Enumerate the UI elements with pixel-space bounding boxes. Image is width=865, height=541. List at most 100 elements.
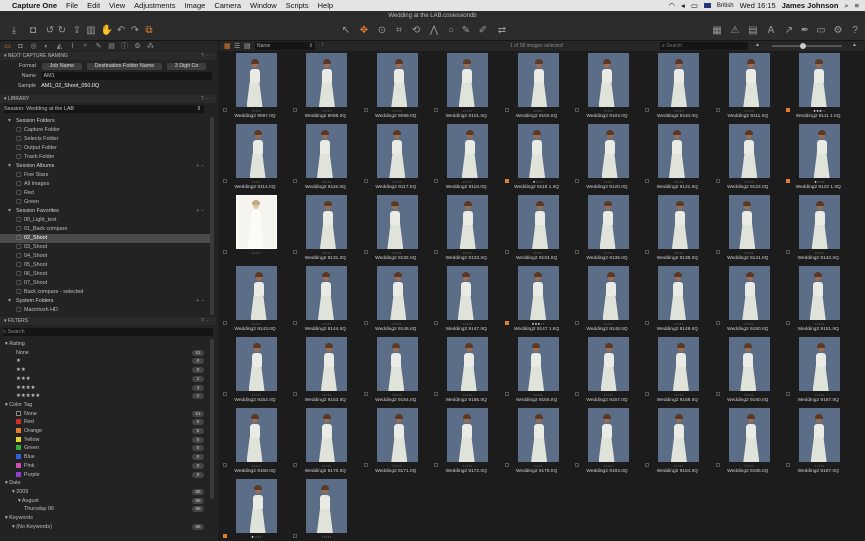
thumbnail-image[interactable] [236, 408, 277, 462]
thumbnail-image[interactable] [447, 195, 489, 249]
color-tag-box[interactable] [434, 321, 439, 325]
capture-tab-icon[interactable]: ◘ [16, 43, 25, 50]
star-rating[interactable]: ••••• [518, 250, 559, 255]
star-rating[interactable]: ••••• [377, 392, 418, 397]
thumbnail-cell[interactable]: ••••• Wedding2 9115.IIQ [290, 122, 360, 193]
library-item[interactable]: ▢ 07_Shoot [0, 279, 210, 288]
library-group[interactable]: ▾ Session Albums + − [0, 162, 210, 171]
library-item[interactable]: ▢ Output Folder [0, 144, 210, 153]
filter-row[interactable]: None 51 [0, 410, 206, 419]
color-tag-box[interactable] [786, 108, 791, 112]
warning-icon[interactable]: ⚠ [728, 24, 742, 38]
thumbnail-image[interactable] [517, 337, 559, 391]
thumbnail-cell[interactable]: ••••• Wedding2 9122.IIQ [713, 122, 783, 193]
star-rating[interactable]: ••••• [518, 463, 559, 468]
thumbnail-image[interactable] [517, 266, 559, 320]
color-tag-box[interactable] [363, 392, 368, 396]
star-rating[interactable]: ••••• [729, 463, 770, 468]
thumbnail-cell[interactable]: ••••• [290, 477, 360, 541]
star-rating[interactable]: ••••• [518, 108, 559, 113]
menu-item-image[interactable]: Image [184, 1, 205, 10]
star-rating[interactable]: ●•••• [518, 179, 559, 184]
batch-tab-icon[interactable]: ⁂ [146, 42, 155, 50]
filter-row[interactable]: ★★ 0 [0, 366, 206, 375]
color-tag-box[interactable] [223, 250, 227, 254]
filter-row[interactable]: None 51 [0, 349, 206, 358]
thumbnail-cell[interactable]: ●•••• Wedding2 9122 1.IIQ [783, 122, 853, 193]
thumbnail-cell[interactable]: ••••• Wedding2 9117.IIQ [361, 122, 431, 193]
star-rating[interactable]: ••••• [658, 392, 699, 397]
menu-item-app[interactable]: Capture One [12, 1, 57, 10]
thumbnail-cell[interactable]: ••••• Wedding2 9160.IIQ [713, 335, 783, 406]
color-tag-box[interactable] [223, 321, 227, 325]
thumbnail-cell[interactable]: ••••• Wedding2 9150.IIQ [713, 264, 783, 335]
grid-overlay-icon[interactable]: ▤ [746, 24, 760, 38]
star-rating[interactable]: ••••• [447, 392, 488, 397]
keyboard-layout[interactable]: British [717, 3, 734, 9]
color-tag-box[interactable] [645, 463, 650, 467]
capture-naming-header[interactable]: ▾ NEXT CAPTURE NAMING ? ⋯ [0, 52, 216, 60]
thumbnail-cell[interactable]: ••••• Wedding2 9131.IIQ [290, 193, 360, 264]
library-group[interactable]: ▾ Session Folders [0, 117, 210, 126]
thumbnail-cell[interactable]: ••••• Wedding2 9172.IIQ [431, 406, 501, 477]
filters-options-icon[interactable]: ? ⋯ [201, 317, 210, 325]
filter-row[interactable]: ▾ 2009 58 [0, 488, 206, 497]
menu-item-edit[interactable]: Edit [87, 1, 100, 10]
thumbnail-cell[interactable]: ●•••• [220, 477, 290, 541]
library-item[interactable]: ▢ Capture Folder [0, 126, 210, 135]
thumbnail-image[interactable] [236, 479, 277, 533]
thumbnail-image[interactable] [799, 337, 841, 391]
thumbnail-image[interactable] [728, 408, 770, 462]
star-rating[interactable]: ••••• [236, 321, 277, 326]
star-rating[interactable]: ••••• [236, 179, 277, 184]
color-tag-box[interactable] [645, 250, 650, 254]
thumbnail-cell[interactable]: ••••• Wedding2 9143.IIQ [220, 264, 290, 335]
library-item[interactable]: ▢ 00_Light_test [0, 216, 210, 225]
menu-item-scripts[interactable]: Scripts [286, 1, 309, 10]
thumbnail-image[interactable] [799, 53, 841, 107]
thumbnail-image[interactable] [728, 124, 770, 178]
star-rating[interactable]: ••••• [236, 108, 277, 113]
token-destination-folder[interactable]: Destination Folder Name [86, 63, 163, 70]
star-rating[interactable]: ●•••• [799, 179, 840, 184]
star-rating[interactable]: ••••• [377, 179, 418, 184]
menu-item-camera[interactable]: Camera [214, 1, 241, 10]
reset-icon[interactable]: ⧉ [142, 24, 156, 38]
thumbnail-cell[interactable]: ●●●•• Wedding2 9147 1.IIQ [502, 264, 572, 335]
loupe-icon[interactable]: ⊙ [375, 24, 389, 38]
star-rating[interactable]: ••••• [729, 392, 770, 397]
star-rating[interactable]: ••••• [799, 321, 840, 326]
color-tag-box[interactable] [504, 463, 509, 467]
color-tag-box[interactable] [434, 463, 439, 467]
thumbnail-cell[interactable]: ••••• Wedding2 9171.IIQ [361, 406, 431, 477]
thumbnail-cell[interactable]: ••••• Wedding2 9146.IIQ [361, 264, 431, 335]
thumbnail-cell[interactable]: ••••• Wedding2 9097.IIQ [220, 51, 290, 122]
thumbnail-cell[interactable]: ••••• Wedding2 9133.IIQ [431, 193, 501, 264]
filter-row[interactable]: ★★★★ 3 [0, 384, 206, 393]
thumbnail-image[interactable] [447, 266, 489, 320]
color-tag-box[interactable] [786, 463, 791, 467]
star-rating[interactable]: ••••• [306, 321, 347, 326]
trash-icon[interactable]: ▥ [84, 24, 98, 38]
thumbnail-cell[interactable]: ••••• Wedding2 9118.IIQ [431, 122, 501, 193]
star-rating[interactable]: ••••• [447, 463, 488, 468]
thumbnail-cell[interactable]: ••••• Wedding2 9099.IIQ [361, 51, 431, 122]
thumbnail-image[interactable] [728, 53, 770, 107]
thumbnail-image[interactable] [658, 266, 700, 320]
star-rating[interactable]: ••••• [799, 250, 840, 255]
star-rating[interactable]: ••••• [236, 463, 277, 468]
library-tab-icon[interactable]: ▭ [3, 42, 12, 50]
wifi-icon[interactable]: ◠ [669, 1, 676, 10]
star-rating[interactable]: ••••• [658, 463, 699, 468]
star-rating[interactable]: ••••• [658, 179, 699, 184]
star-rating[interactable]: ●•••• [236, 534, 277, 539]
add-remove-icon[interactable]: + − [196, 207, 204, 216]
library-options-icon[interactable]: ? ⋯ [201, 95, 210, 103]
thumbnail-cell[interactable]: ••••• Wedding2 9147.IIQ [431, 264, 501, 335]
picker-icon[interactable]: ✐ [476, 24, 490, 38]
straighten-icon[interactable]: ⟲ [409, 24, 423, 38]
color-tag-box[interactable] [575, 179, 579, 183]
token-digit-counter[interactable]: 3 Digit Co [166, 63, 207, 70]
thumbnail-image[interactable] [236, 124, 277, 178]
color-tag-box[interactable] [223, 463, 227, 467]
